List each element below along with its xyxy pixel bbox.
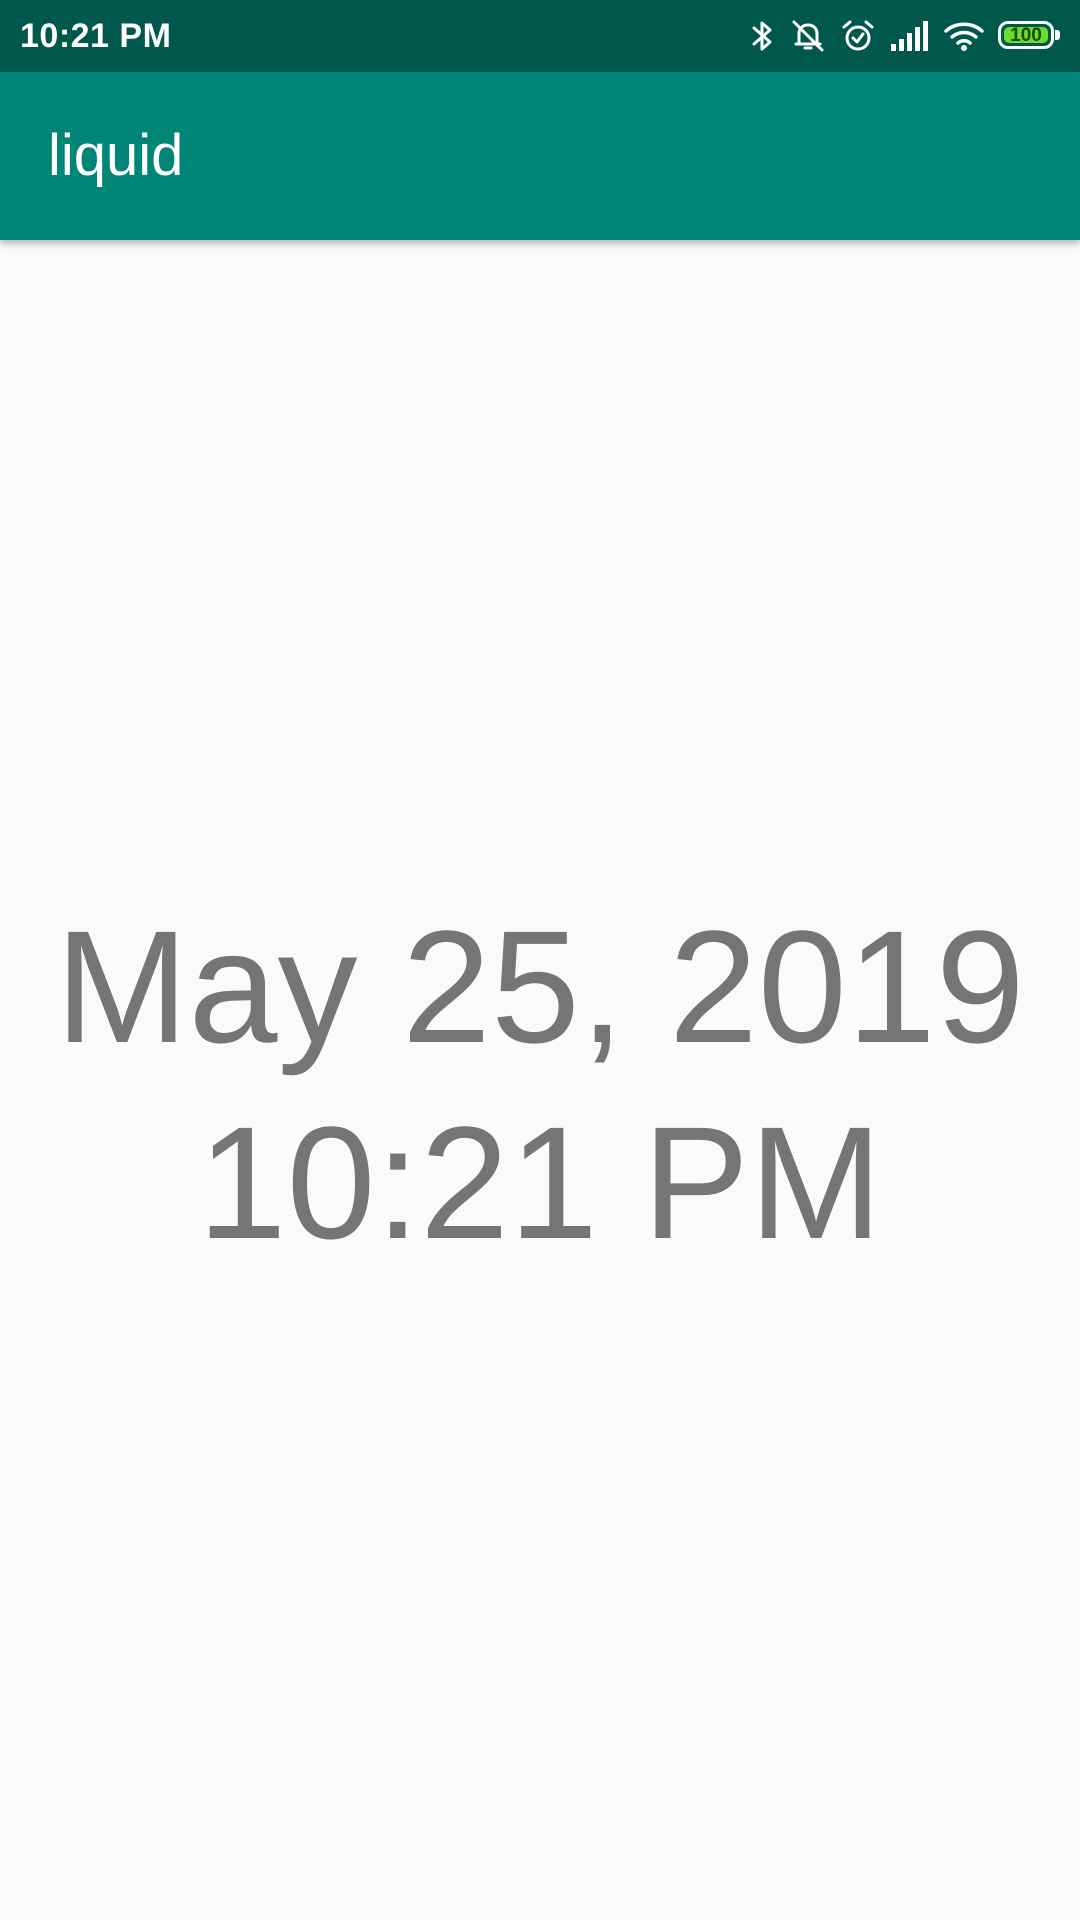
status-time: 10:21 PM — [20, 17, 172, 55]
app-bar: liquid — [0, 72, 1080, 240]
alarm-icon — [840, 18, 876, 54]
cell-signal-icon — [890, 20, 930, 52]
datetime-display: May 25, 2019 10:21 PM — [55, 889, 1025, 1281]
status-icons: 100 — [750, 0, 1062, 72]
bluetooth-icon — [750, 18, 776, 54]
battery-level: 100 — [1004, 26, 1048, 45]
wifi-icon — [944, 20, 984, 52]
status-bar: 10:21 PM 100 — [0, 0, 1080, 72]
date-text: May 25, 2019 — [55, 897, 1025, 1076]
main-content: May 25, 2019 10:21 PM — [0, 240, 1080, 1920]
notifications-off-icon — [790, 18, 826, 54]
battery-icon: 100 — [998, 21, 1062, 51]
app-title: liquid — [48, 123, 184, 188]
time-text: 10:21 PM — [197, 1093, 883, 1272]
